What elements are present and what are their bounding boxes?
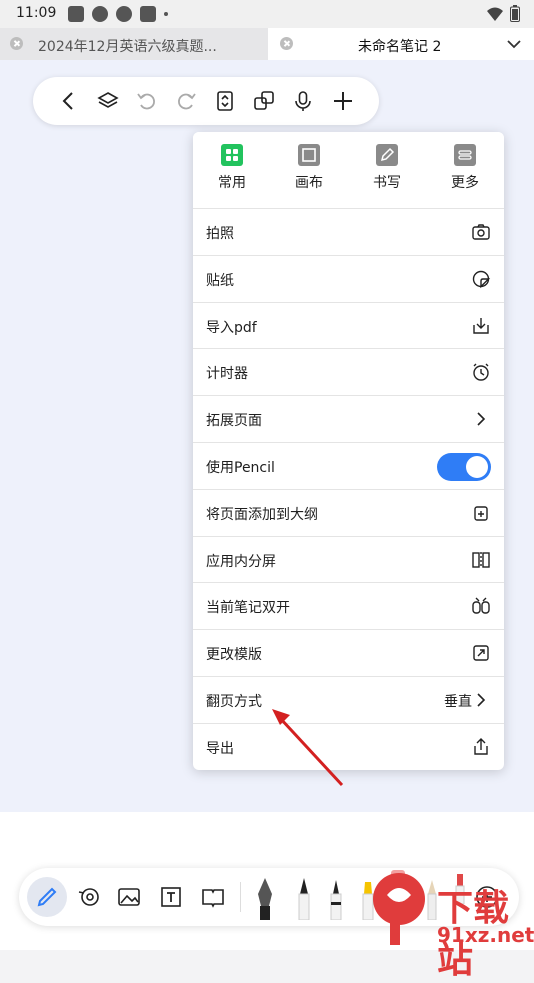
alarm-icon: [473, 363, 489, 382]
menu-item-expand-page[interactable]: 拓展页面: [193, 395, 504, 442]
menu-item-label: 计时器: [206, 366, 248, 383]
app-notification-icon: [140, 6, 156, 22]
menu-item-label: 贴纸: [206, 272, 234, 289]
tab-label: 更多: [451, 175, 479, 191]
marker-icon[interactable]: [323, 876, 349, 920]
menu-item-use-pencil: 使用Pencil: [193, 441, 504, 489]
canvas-icon: [298, 144, 320, 166]
menu-item-timer[interactable]: 计时器: [193, 348, 504, 395]
layers-icon[interactable]: [96, 89, 120, 113]
pen-icon: [376, 144, 398, 166]
menu-list: 拍照 贴纸 导入pdf 计时器 拓展页面 使用Pencil 将页面添加到大纲 应…: [193, 208, 504, 770]
annotation-arrow: [272, 709, 344, 787]
fountain-pen-icon[interactable]: [252, 876, 278, 920]
tab-label: 书写: [373, 175, 401, 191]
top-toolbar: [33, 77, 379, 125]
watermark-logo: [373, 873, 425, 945]
tab-more[interactable]: 更多: [440, 144, 490, 192]
menu-category-tabs: 常用 画布 书写 更多: [193, 132, 504, 208]
tab-document[interactable]: 2024年12月英语六级真题...: [0, 28, 268, 60]
status-time: 11:09: [16, 5, 57, 21]
network-notification-icon: [92, 6, 108, 22]
camera-icon: [472, 224, 490, 240]
app-notification-icon: [68, 6, 84, 22]
pencil-toggle[interactable]: [437, 452, 491, 481]
battery-icon: [510, 5, 520, 22]
image-icon[interactable]: [116, 884, 142, 910]
split-screen-icon: [472, 551, 490, 568]
undo-icon[interactable]: [135, 89, 159, 113]
menu-item-label: 导出: [206, 740, 234, 757]
site-watermark: 下载站 91xz.net: [365, 857, 534, 981]
tab-label: 画布: [295, 175, 323, 191]
menu-item-split-screen[interactable]: 应用内分屏: [193, 535, 504, 583]
menu-item-label: 更改模版: [206, 647, 262, 664]
sticker-icon: [472, 270, 491, 288]
page-turn-value: 垂直: [444, 693, 472, 710]
notification-icons: [68, 6, 168, 22]
add-icon[interactable]: [331, 89, 355, 113]
import-icon: [473, 317, 489, 334]
menu-item-label: 当前笔记双开: [206, 600, 290, 617]
tab-title: 未命名笔记 2: [358, 39, 442, 55]
menu-item-dual-open[interactable]: 当前笔记双开: [193, 582, 504, 629]
menu-item-label: 翻页方式: [206, 693, 262, 710]
dual-open-icon: [472, 597, 490, 615]
chevron-right-icon: [477, 693, 486, 707]
tab-title: 2024年12月英语六级真题...: [38, 39, 217, 55]
tab-current-note[interactable]: 未命名笔记 2: [268, 28, 534, 60]
book-icon[interactable]: [200, 884, 226, 910]
document-tab-bar: 2024年12月英语六级真题... 未命名笔记 2: [0, 28, 534, 60]
menu-item-label: 导入pdf: [206, 319, 257, 336]
chevron-right-icon: [477, 412, 486, 426]
menu-item-add-to-outline[interactable]: 将页面添加到大纲: [193, 488, 504, 536]
menu-item-take-photo[interactable]: 拍照: [193, 208, 504, 255]
wifi-icon: [487, 7, 503, 21]
menu-item-label: 使用Pencil: [206, 459, 275, 476]
more-icon: [454, 144, 476, 166]
duplicate-icon[interactable]: [252, 89, 276, 113]
menu-item-label: 将页面添加到大纲: [206, 506, 318, 523]
tab-label: 常用: [218, 175, 246, 191]
tab-writing[interactable]: 书写: [362, 144, 412, 192]
back-icon[interactable]: [57, 89, 81, 113]
status-bar: 11:09: [0, 0, 534, 28]
share-icon: [474, 737, 488, 755]
menu-item-sticker[interactable]: 贴纸: [193, 254, 504, 302]
add-menu-panel: 常用 画布 书写 更多 拍照 贴纸 导入pdf 计时器 拓展页面 使用Penci…: [193, 132, 504, 770]
menu-item-change-template[interactable]: 更改模版: [193, 629, 504, 676]
microphone-icon[interactable]: [291, 89, 315, 113]
grid-icon: [221, 144, 243, 166]
lasso-icon[interactable]: [76, 884, 102, 910]
template-icon: [473, 645, 489, 661]
page-number-icon[interactable]: [213, 89, 237, 113]
ballpoint-pen-icon[interactable]: [291, 876, 317, 920]
watermark-url: 91xz.net: [437, 923, 534, 947]
menu-item-label: 应用内分屏: [206, 553, 276, 570]
toolbar-divider: [240, 882, 241, 912]
dot-icon: [164, 12, 168, 16]
menu-item-label: 拓展页面: [206, 413, 262, 430]
close-icon[interactable]: [280, 37, 293, 50]
menu-item-import-pdf[interactable]: 导入pdf: [193, 301, 504, 349]
tab-common[interactable]: 常用: [207, 144, 257, 192]
chevron-down-icon[interactable]: [506, 36, 522, 52]
menu-item-label: 拍照: [206, 226, 234, 242]
tab-canvas[interactable]: 画布: [284, 144, 334, 192]
network-notification-icon: [116, 6, 132, 22]
close-icon[interactable]: [10, 37, 23, 50]
outline-add-icon: [474, 506, 488, 521]
text-box-icon[interactable]: [158, 884, 184, 910]
pen-icon[interactable]: [34, 884, 60, 910]
redo-icon[interactable]: [174, 89, 198, 113]
